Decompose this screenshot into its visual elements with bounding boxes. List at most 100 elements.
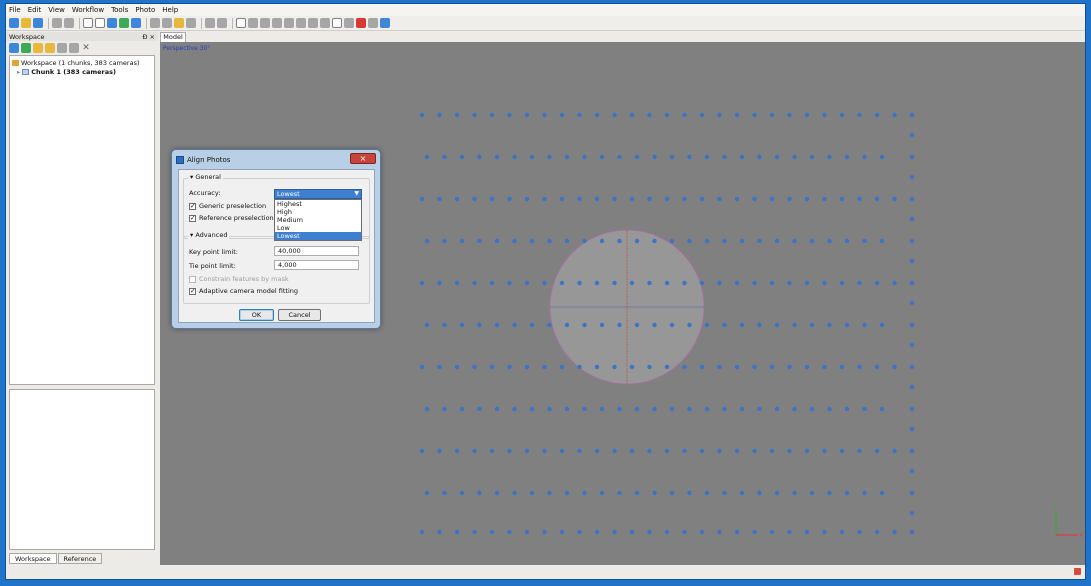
camera-dot[interactable] <box>629 529 635 535</box>
camera-dot[interactable] <box>874 448 880 454</box>
camera-dot[interactable] <box>577 364 582 370</box>
camera-dot[interactable] <box>442 154 447 160</box>
camera-dot[interactable] <box>909 490 915 496</box>
camera-dot[interactable] <box>582 406 587 412</box>
camera-dot[interactable] <box>717 196 722 202</box>
camera-dot[interactable] <box>542 364 547 370</box>
camera-dot[interactable] <box>862 238 867 244</box>
camera-dot[interactable] <box>909 426 915 432</box>
camera-dot[interactable] <box>879 490 885 496</box>
panel-float-close-icon[interactable]: Ɖ × <box>142 33 155 41</box>
camera-dot[interactable] <box>699 529 705 535</box>
camera-dot[interactable] <box>792 406 797 412</box>
camera-dot[interactable] <box>844 238 850 244</box>
camera-dot[interactable] <box>804 364 810 370</box>
camera-dot[interactable] <box>874 529 880 535</box>
camera-dot[interactable] <box>769 112 775 118</box>
camera-dot[interactable] <box>494 322 500 328</box>
camera-dot[interactable] <box>769 280 775 286</box>
camera-dot[interactable] <box>472 196 477 202</box>
camera-dot[interactable] <box>839 196 845 202</box>
camera-dot[interactable] <box>909 529 915 535</box>
camera-dot[interactable] <box>752 112 757 118</box>
camera-dot[interactable] <box>827 322 832 328</box>
camera-dot[interactable] <box>599 406 605 412</box>
accuracy-select[interactable]: Lowest ▼ <box>274 189 362 199</box>
dense-cloud-icon[interactable] <box>248 18 258 28</box>
camera-dot[interactable] <box>419 448 425 454</box>
camera-dot[interactable] <box>419 529 425 535</box>
camera-dot[interactable] <box>874 364 880 370</box>
camera-dot[interactable] <box>524 364 530 370</box>
camera-dot[interactable] <box>682 448 687 454</box>
camera-dot[interactable] <box>827 406 832 412</box>
camera-dot[interactable] <box>717 280 722 286</box>
delete-selection-icon[interactable] <box>205 18 215 28</box>
camera-dot[interactable] <box>477 238 482 244</box>
camera-dot[interactable] <box>909 406 915 412</box>
camera-dot[interactable] <box>682 364 687 370</box>
camera-dot[interactable] <box>489 529 495 535</box>
checkbox-box[interactable]: ✓ <box>189 202 196 210</box>
camera-dot[interactable] <box>682 112 687 118</box>
menu-edit[interactable]: Edit <box>28 6 42 14</box>
camera-dot[interactable] <box>647 280 652 286</box>
camera-dot[interactable] <box>599 490 605 496</box>
camera-dot[interactable] <box>739 322 745 328</box>
camera-dot[interactable] <box>454 529 460 535</box>
camera-dot[interactable] <box>879 322 885 328</box>
camera-dot[interactable] <box>669 154 675 160</box>
camera-dot[interactable] <box>857 196 862 202</box>
disable-icon[interactable] <box>69 43 79 53</box>
dialog-close-button[interactable]: × <box>350 153 376 164</box>
camera-dot[interactable] <box>529 490 535 496</box>
camera-dot[interactable] <box>612 112 617 118</box>
camera-dot[interactable] <box>722 322 727 328</box>
camera-dot[interactable] <box>704 238 710 244</box>
camera-dot[interactable] <box>822 448 827 454</box>
camera-dot[interactable] <box>547 238 552 244</box>
camera-dot[interactable] <box>827 238 832 244</box>
camera-dot[interactable] <box>664 196 670 202</box>
show-shapes-icon[interactable] <box>344 18 354 28</box>
dem-icon[interactable] <box>320 18 330 28</box>
camera-dot[interactable] <box>909 174 915 180</box>
camera-dot[interactable] <box>442 322 447 328</box>
camera-dot[interactable] <box>652 406 657 412</box>
camera-dot[interactable] <box>774 322 780 328</box>
camera-dot[interactable] <box>909 384 915 390</box>
camera-dot[interactable] <box>734 364 740 370</box>
camera-dot[interactable] <box>454 112 460 118</box>
camera-dot[interactable] <box>857 529 862 535</box>
camera-dot[interactable] <box>652 154 657 160</box>
camera-dot[interactable] <box>892 280 897 286</box>
camera-dot[interactable] <box>459 490 465 496</box>
camera-dot[interactable] <box>809 154 815 160</box>
camera-dot[interactable] <box>437 280 442 286</box>
camera-dot[interactable] <box>494 406 500 412</box>
camera-dot[interactable] <box>669 322 675 328</box>
accuracy-option-medium[interactable]: Medium <box>275 216 361 224</box>
camera-dot[interactable] <box>424 322 430 328</box>
open-project-icon[interactable] <box>21 18 31 28</box>
camera-dot[interactable] <box>547 406 552 412</box>
camera-dot[interactable] <box>437 112 442 118</box>
camera-dot[interactable] <box>722 490 727 496</box>
camera-dot[interactable] <box>564 406 570 412</box>
camera-dot[interactable] <box>792 238 797 244</box>
camera-dot[interactable] <box>792 490 797 496</box>
camera-dot[interactable] <box>757 154 762 160</box>
camera-dot[interactable] <box>647 112 652 118</box>
accuracy-option-low[interactable]: Low <box>275 224 361 232</box>
camera-dot[interactable] <box>477 406 482 412</box>
camera-dot[interactable] <box>594 364 600 370</box>
camera-dot[interactable] <box>472 112 477 118</box>
camera-dot[interactable] <box>542 196 547 202</box>
camera-dot[interactable] <box>652 322 657 328</box>
camera-dot[interactable] <box>459 406 465 412</box>
camera-dot[interactable] <box>687 322 692 328</box>
camera-dot[interactable] <box>564 238 570 244</box>
camera-dot[interactable] <box>424 238 430 244</box>
camera-dot[interactable] <box>582 322 587 328</box>
camera-dot[interactable] <box>717 529 722 535</box>
